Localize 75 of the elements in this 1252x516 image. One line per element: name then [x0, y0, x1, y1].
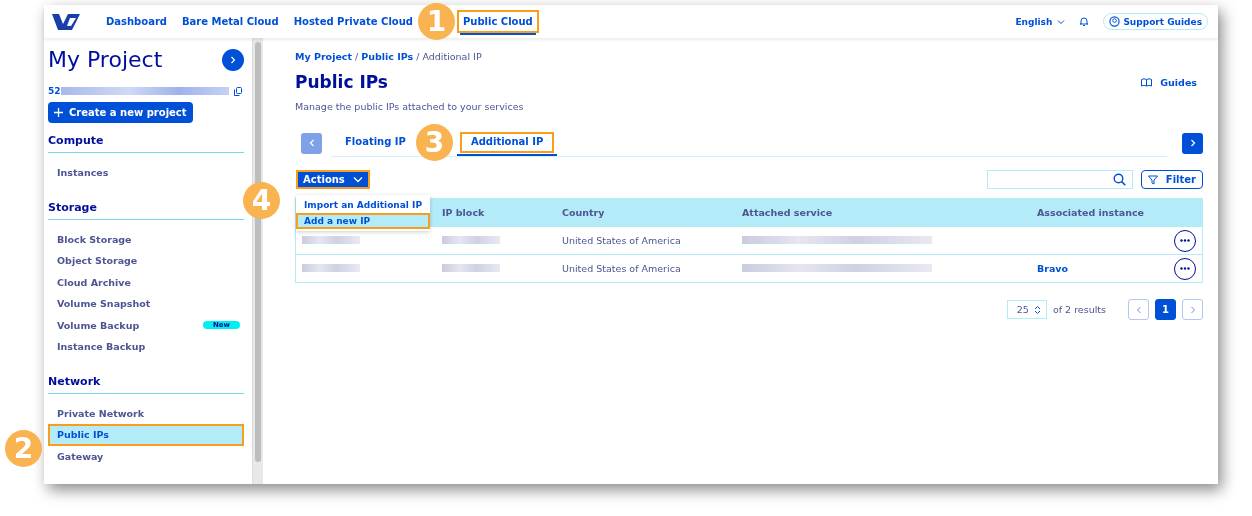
next-tab-button[interactable] [1182, 132, 1203, 154]
language-selector[interactable]: English [1015, 16, 1053, 27]
sidebar-item[interactable]: Gateway [48, 445, 244, 467]
step-number: 2 [5, 430, 42, 467]
create-project-button[interactable]: Create a new project [48, 102, 193, 123]
project-title: My Project [48, 47, 163, 72]
redacted-text [442, 236, 500, 244]
nav-link[interactable]: Hosted Private Cloud [289, 12, 417, 31]
column-header: Country [562, 207, 605, 218]
page-size-select[interactable]: 25 [1006, 300, 1047, 319]
help-icon [1109, 16, 1121, 27]
up-down-icon [1033, 304, 1041, 315]
section-heading: Storage [48, 200, 244, 220]
page-title: Public IPs [295, 72, 388, 92]
menu-item[interactable]: Add a new IP [296, 213, 430, 229]
ellipsis-icon [1180, 239, 1190, 242]
column-header: Associated instance [1037, 207, 1145, 218]
tab[interactable]: Additional IP [456, 129, 558, 156]
actions-dropdown[interactable]: Actions [296, 170, 370, 189]
guides-link[interactable]: Guides [1141, 76, 1197, 88]
ellipsis-icon [1180, 267, 1190, 270]
step-number: 4 [243, 182, 280, 219]
project-id: 52 [48, 86, 61, 96]
sidebar-item[interactable]: Instance Backup [48, 336, 244, 358]
breadcrumb-separator: / [355, 51, 359, 62]
chevron-right-icon [1189, 305, 1196, 314]
table-cell: United States of America [562, 263, 681, 274]
plus-icon [54, 108, 63, 117]
page-button[interactable]: 1 [1155, 299, 1176, 320]
support-guides-button[interactable]: Support Guides [1103, 13, 1208, 30]
redacted-text [302, 236, 360, 244]
chevron-left-icon [1135, 305, 1142, 314]
chevron-down-icon [1057, 18, 1066, 25]
table-cell: United States of America [562, 235, 681, 246]
sidebar-item[interactable]: Cloud Archive [48, 271, 244, 293]
step-number: 3 [415, 124, 453, 161]
chevron-right-icon [230, 55, 236, 64]
sidebar-item[interactable]: Block Storage [48, 228, 244, 250]
expand-button[interactable] [222, 48, 244, 71]
chevron-right-icon [1189, 139, 1196, 147]
step-number: 1 [417, 3, 455, 40]
breadcrumb-current: Additional IP [422, 51, 482, 62]
redacted-text [302, 264, 360, 272]
page-subtitle: Manage the public IPs attached to your services [295, 101, 525, 112]
sidebar-item[interactable]: Public IPs [48, 424, 244, 446]
more-options-button[interactable] [1174, 229, 1196, 252]
menu-item[interactable]: Import an Additional IP [296, 197, 430, 213]
bell-icon[interactable] [1079, 16, 1090, 27]
chevron-left-icon [308, 139, 315, 147]
previous-tab-button[interactable] [301, 132, 322, 154]
breadcrumb-link[interactable]: My Project [295, 51, 352, 62]
results-count: of 2 results [1052, 304, 1106, 315]
logo-icon[interactable] [50, 11, 82, 32]
sidebar-item[interactable]: Object Storage [48, 250, 244, 272]
section-heading: Network [48, 374, 244, 394]
nav-link[interactable]: Bare Metal Cloud [178, 12, 283, 31]
breadcrumb-separator: / [416, 51, 420, 62]
breadcrumb-link[interactable]: Public IPs [361, 51, 414, 62]
section-heading: Compute [48, 134, 244, 153]
book-icon [1141, 77, 1153, 87]
funnel-icon [1147, 174, 1158, 185]
copy-icon[interactable] [233, 86, 242, 96]
sidebar-item[interactable]: Private Network [48, 402, 244, 424]
sidebar-item[interactable]: Instances [48, 162, 244, 184]
column-header: Attached service [742, 207, 833, 218]
search-icon [1112, 173, 1126, 186]
column-header: IP block [442, 207, 485, 218]
search-field[interactable] [986, 170, 1133, 189]
instance-link[interactable]: Bravo [1037, 263, 1069, 274]
nav-link[interactable]: Dashboard [102, 12, 171, 31]
filter-button[interactable]: Filter [1140, 170, 1203, 189]
chevron-down-icon [352, 176, 363, 183]
more-options-button[interactable] [1174, 257, 1196, 280]
sidebar-item[interactable]: Volume Snapshot [48, 293, 244, 315]
redacted-text [442, 264, 500, 272]
